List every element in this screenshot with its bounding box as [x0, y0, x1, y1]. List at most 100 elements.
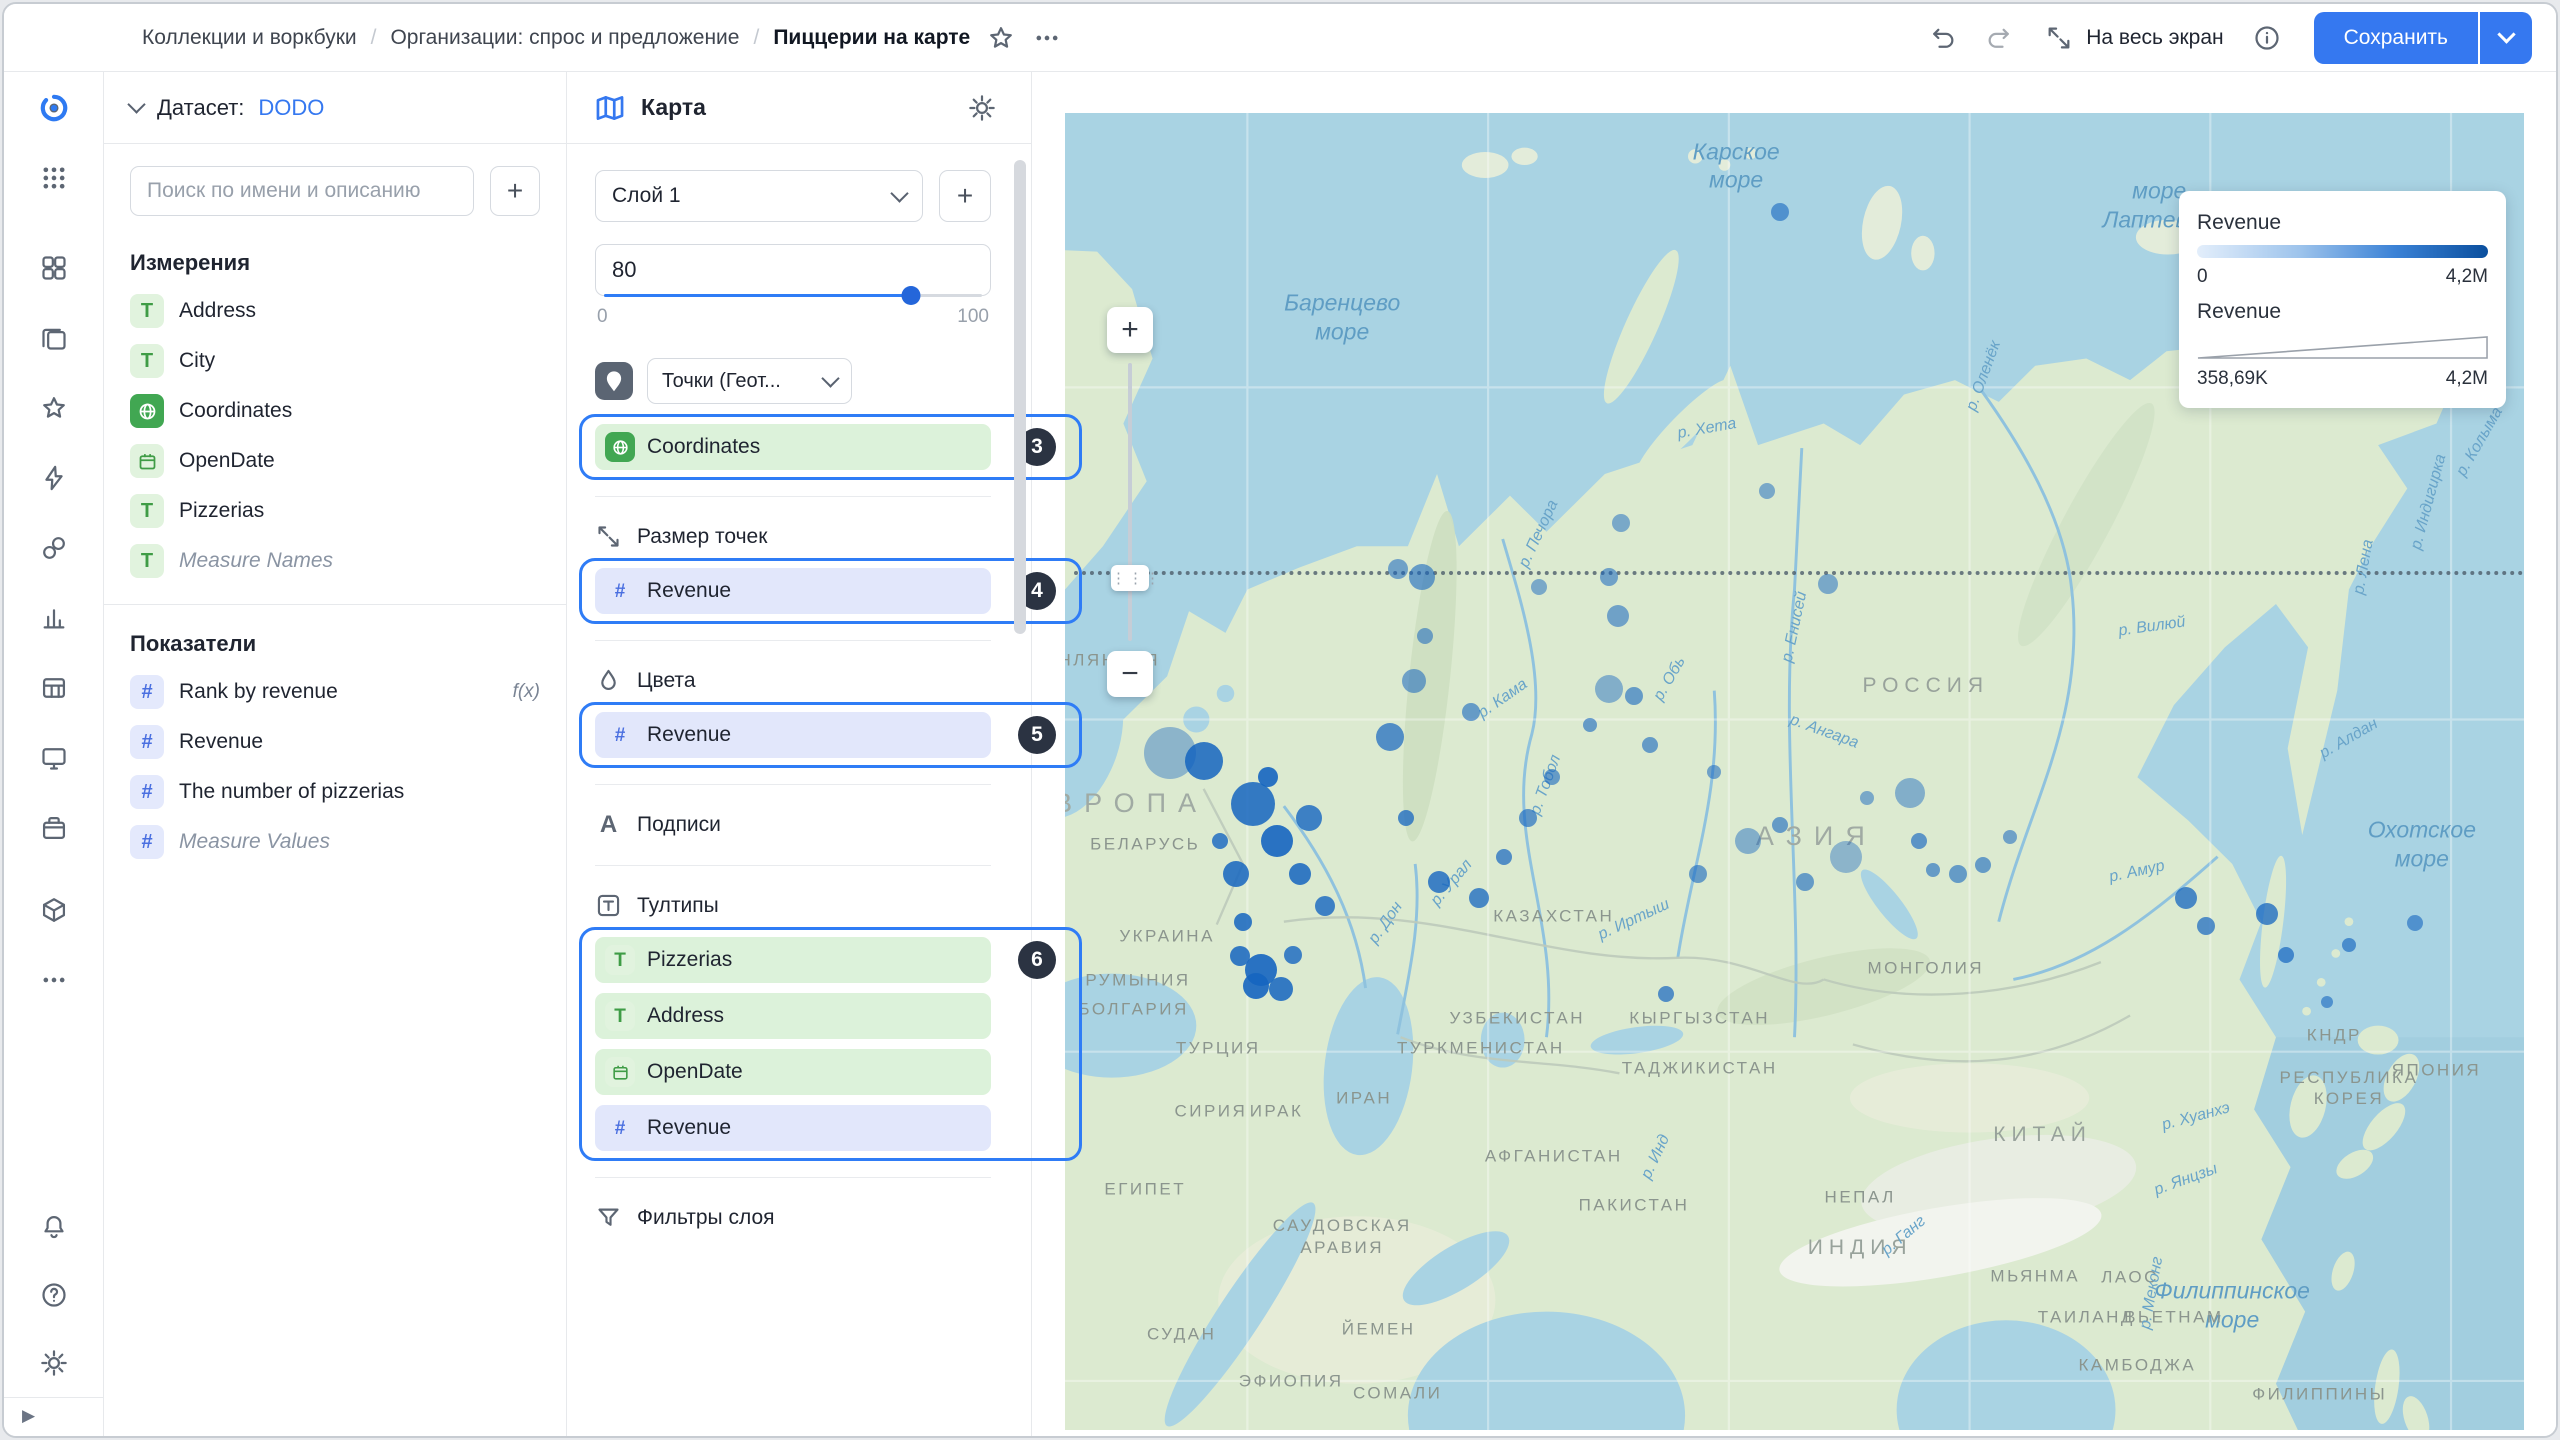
- map-bubble[interactable]: [1735, 828, 1761, 854]
- map-bubble[interactable]: [1376, 723, 1404, 751]
- map-bubble[interactable]: [1544, 769, 1560, 785]
- dataset-field[interactable]: TAddress: [104, 286, 566, 336]
- map-bubble[interactable]: [1642, 737, 1658, 753]
- map-bubble[interactable]: [1771, 203, 1789, 221]
- widgets-icon[interactable]: [28, 244, 80, 292]
- field-chip-revenue[interactable]: #Revenue: [595, 712, 991, 758]
- opacity-track[interactable]: [604, 294, 982, 297]
- map-bubble[interactable]: [1388, 559, 1408, 579]
- map-bubble[interactable]: [1759, 483, 1775, 499]
- panel-scrollbar[interactable]: [1014, 160, 1026, 634]
- expand-arrow-icon[interactable]: ▶: [22, 1406, 35, 1425]
- map-bubble[interactable]: [1612, 514, 1630, 532]
- field-chip-pizzerias[interactable]: TPizzerias: [595, 937, 991, 983]
- map-bubble[interactable]: [1212, 833, 1228, 849]
- map-bubble[interactable]: [1469, 888, 1489, 908]
- dataset-field[interactable]: OpenDate: [104, 436, 566, 486]
- zoom-in-button[interactable]: +: [1107, 307, 1153, 353]
- layers-icon[interactable]: [28, 314, 80, 362]
- map-bubble[interactable]: [1818, 574, 1838, 594]
- map-bubble[interactable]: [2197, 917, 2215, 935]
- map-bubble[interactable]: [1531, 579, 1547, 595]
- add-field-button[interactable]: +: [490, 166, 540, 216]
- map-bubble[interactable]: [1428, 871, 1450, 893]
- bell-icon[interactable]: [28, 1203, 80, 1251]
- map-bubble[interactable]: [1707, 765, 1721, 779]
- apps-grid-icon[interactable]: [28, 154, 80, 202]
- map-bubble[interactable]: [2003, 830, 2017, 844]
- map-bubble[interactable]: [1595, 675, 1623, 703]
- map-bubble[interactable]: [1519, 809, 1537, 827]
- dataset-field[interactable]: #Rank by revenuef(x): [104, 667, 566, 717]
- map-bubble[interactable]: [1926, 863, 1940, 877]
- dataset-name-link[interactable]: DODO: [258, 95, 324, 121]
- chart-settings-gear-icon[interactable]: [959, 85, 1005, 131]
- map-bubble[interactable]: [1462, 703, 1480, 721]
- help-icon[interactable]: [28, 1271, 80, 1319]
- dataset-field[interactable]: TCity: [104, 336, 566, 386]
- dataset-field[interactable]: #Revenue: [104, 717, 566, 767]
- star-icon[interactable]: [28, 384, 80, 432]
- rings-icon[interactable]: [28, 524, 80, 572]
- map-bubble[interactable]: [1911, 833, 1927, 849]
- bolt-icon[interactable]: [28, 454, 80, 502]
- map-bubble[interactable]: [1243, 973, 1269, 999]
- map-viewport[interactable]: Карское мореБаренцево мореморе ЛаптевыхО…: [1065, 113, 2524, 1430]
- map-bubble[interactable]: [1315, 896, 1335, 916]
- map-bubble[interactable]: [2278, 947, 2294, 963]
- map-bubble[interactable]: [1417, 628, 1433, 644]
- map-bubble[interactable]: [1258, 767, 1278, 787]
- map-bubble[interactable]: [1284, 946, 1302, 964]
- fullscreen-button[interactable]: На весь экран: [2032, 15, 2233, 61]
- zoom-slider-handle[interactable]: ⋮⋮⋮: [1111, 565, 1149, 591]
- field-chip-address[interactable]: TAddress: [595, 993, 991, 1039]
- map-bubble[interactable]: [1975, 857, 1991, 873]
- favorite-star-icon[interactable]: [978, 15, 1024, 61]
- dataset-field[interactable]: #The number of pizzerias: [104, 767, 566, 817]
- opacity-knob[interactable]: [902, 286, 921, 305]
- map-bubble[interactable]: [1296, 805, 1322, 831]
- layer-select[interactable]: Слой 1: [595, 170, 923, 222]
- table-icon[interactable]: [28, 664, 80, 712]
- map-bubble[interactable]: [1402, 669, 1426, 693]
- opacity-slider[interactable]: 80: [595, 244, 991, 296]
- datalens-logo-icon[interactable]: [28, 84, 80, 132]
- ellipsis-icon[interactable]: [28, 956, 80, 1004]
- map-bubble[interactable]: [1261, 825, 1293, 857]
- cube-icon[interactable]: [28, 886, 80, 934]
- map-bubble[interactable]: [1223, 861, 1249, 887]
- info-icon[interactable]: [2244, 15, 2290, 61]
- map-bubble[interactable]: [2342, 938, 2356, 952]
- map-bubble[interactable]: [1583, 718, 1597, 732]
- map-bubble[interactable]: [1398, 810, 1414, 826]
- field-chip-revenue[interactable]: #Revenue: [595, 568, 991, 614]
- zoom-out-button[interactable]: −: [1107, 651, 1153, 697]
- breadcrumb-collections[interactable]: Коллекции и воркбуки: [142, 26, 357, 50]
- bar-chart-icon[interactable]: [28, 594, 80, 642]
- map-bubble[interactable]: [2321, 996, 2333, 1008]
- map-bubble[interactable]: [1289, 863, 1311, 885]
- zoom-slider-track[interactable]: [1128, 363, 1132, 641]
- dataset-field[interactable]: Coordinates: [104, 386, 566, 436]
- dataset-field[interactable]: TPizzerias: [104, 486, 566, 536]
- more-actions-icon[interactable]: [1024, 15, 1070, 61]
- map-bubble[interactable]: [1496, 849, 1512, 865]
- field-chip-revenue[interactable]: #Revenue: [595, 1105, 991, 1151]
- map-bubble[interactable]: [1607, 605, 1629, 627]
- map-bubble[interactable]: [1234, 913, 1252, 931]
- field-chip-coordinates[interactable]: Coordinates: [595, 424, 991, 470]
- gear-icon[interactable]: [28, 1339, 80, 1387]
- map-bubble[interactable]: [1269, 977, 1293, 1001]
- chevron-down-icon[interactable]: [127, 95, 145, 113]
- map-bubble[interactable]: [1600, 568, 1618, 586]
- storage-box-icon[interactable]: [28, 804, 80, 852]
- monitor-icon[interactable]: [28, 734, 80, 782]
- map-bubble[interactable]: [1144, 727, 1196, 779]
- save-menu-button[interactable]: [2480, 12, 2532, 64]
- map-bubble[interactable]: [1230, 946, 1250, 966]
- redo-icon[interactable]: [1976, 15, 2022, 61]
- dataset-field[interactable]: TMeasure Names: [104, 536, 566, 586]
- map-bubble[interactable]: [1658, 986, 1674, 1002]
- map-bubble[interactable]: [2407, 915, 2423, 931]
- dataset-field[interactable]: #Measure Values: [104, 817, 566, 867]
